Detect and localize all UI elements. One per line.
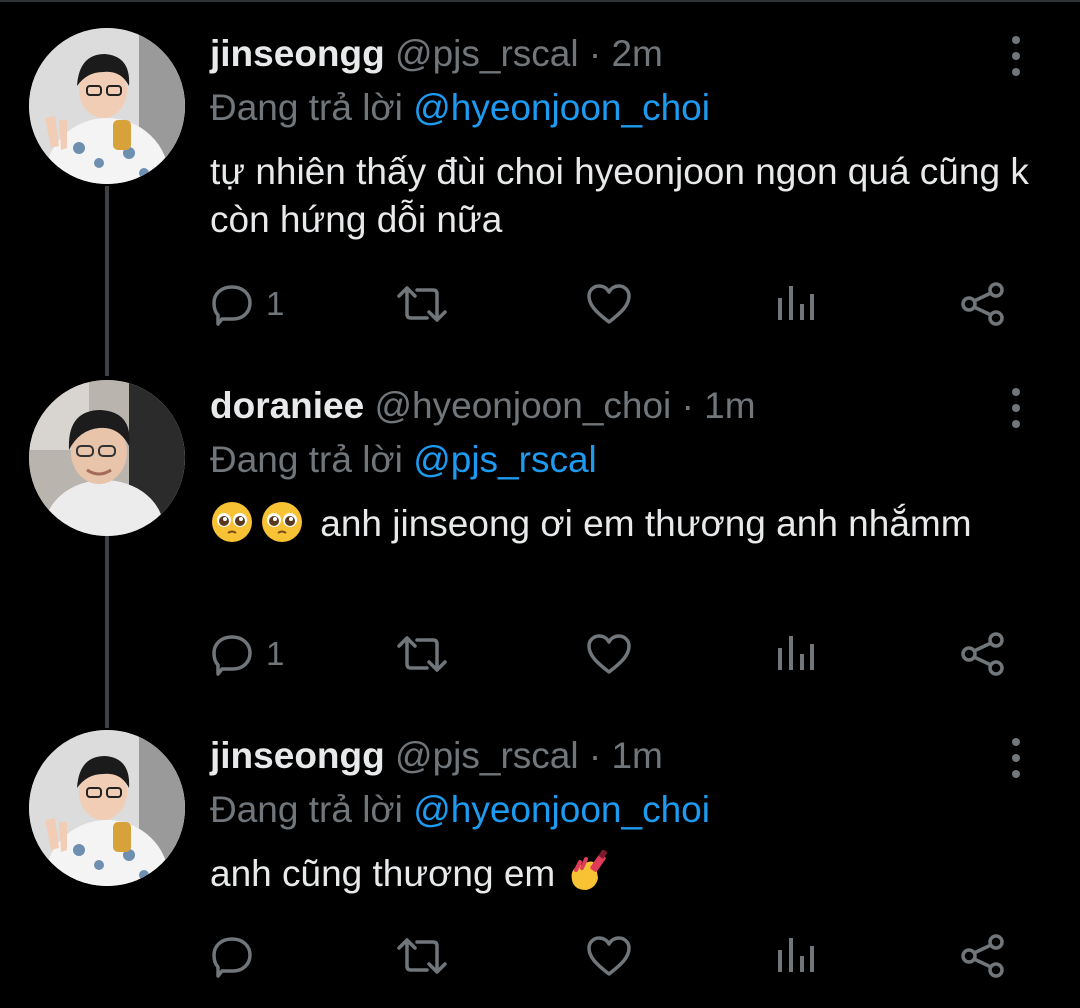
more-options-icon[interactable]	[1000, 386, 1032, 430]
reply-button[interactable]: 1	[210, 624, 284, 684]
timestamp[interactable]: 2m	[611, 33, 662, 74]
retweet-button[interactable]	[395, 926, 449, 986]
analytics-button[interactable]	[776, 926, 816, 986]
separator-dot: ·	[588, 33, 602, 74]
share-button[interactable]	[960, 274, 1006, 334]
separator-dot: ·	[681, 385, 694, 426]
more-options-icon[interactable]	[1000, 736, 1032, 780]
analytics-icon	[778, 938, 814, 972]
like-button[interactable]	[586, 926, 632, 986]
reply-count: 1	[266, 635, 285, 672]
avatar[interactable]	[29, 28, 185, 184]
tweet[interactable]: jinseongg @pjs_rscal · 2m Đang trả lời @…	[0, 28, 1080, 358]
username[interactable]: @pjs_rscal	[395, 33, 579, 74]
replying-to-line: Đang trả lời @hyeonjoon_choi	[210, 786, 710, 834]
analytics-icon	[778, 636, 814, 670]
tweet-header: jinseongg @pjs_rscal · 2m	[210, 28, 663, 80]
analytics-button[interactable]	[776, 624, 816, 684]
reply-icon	[212, 285, 252, 326]
tweet-text-content: anh cũng thương em	[210, 853, 556, 894]
heart-icon	[587, 284, 631, 324]
pleading-face-emoji	[210, 500, 254, 544]
share-icon	[961, 282, 1004, 326]
tweet-actions	[210, 926, 1040, 986]
retweet-icon	[397, 938, 447, 974]
tweet-actions: 1	[210, 624, 1040, 684]
reply-button[interactable]	[210, 926, 266, 986]
pleading-face-emoji	[260, 500, 304, 544]
retweet-icon	[397, 286, 447, 322]
display-name[interactable]: doraniee	[210, 385, 364, 426]
separator-dot: ·	[588, 735, 602, 776]
reply-button[interactable]: 1	[210, 274, 284, 334]
tweet-text: anh cũng thương em	[210, 850, 1040, 898]
display-name[interactable]: jinseongg	[210, 33, 385, 74]
nail-polish-emoji	[566, 850, 610, 894]
reply-icon	[212, 635, 252, 676]
tweet-actions: 1	[210, 274, 1040, 334]
tweet-header: jinseongg @pjs_rscal · 1m	[210, 730, 663, 782]
mention-link[interactable]: @hyeonjoon_choi	[413, 789, 710, 830]
share-icon	[961, 632, 1004, 676]
share-icon	[961, 934, 1004, 978]
reply-count: 1	[266, 285, 285, 322]
replying-to-line: Đang trả lời @pjs_rscal	[210, 436, 597, 484]
share-button[interactable]	[960, 926, 1006, 986]
heart-icon	[587, 936, 631, 976]
avatar[interactable]	[29, 380, 185, 536]
mention-link[interactable]: @pjs_rscal	[413, 439, 597, 480]
share-button[interactable]	[960, 624, 1006, 684]
replying-to-line: Đang trả lời @hyeonjoon_choi	[210, 84, 710, 132]
replying-to-label: Đang trả lời	[210, 789, 403, 830]
top-divider	[0, 0, 1080, 2]
username[interactable]: @pjs_rscal	[395, 735, 579, 776]
username[interactable]: @hyeonjoon_choi	[375, 385, 672, 426]
timestamp[interactable]: 1m	[704, 385, 755, 426]
reply-icon	[212, 937, 252, 978]
tweet-text-content: anh jinseong ơi em thương anh nhắmm	[320, 503, 972, 544]
analytics-button[interactable]	[776, 274, 816, 334]
retweet-button[interactable]	[395, 624, 449, 684]
tweet-text: tự nhiên thấy đùi choi hyeonjoon ngon qu…	[210, 151, 1029, 240]
retweet-icon	[397, 636, 447, 672]
timestamp[interactable]: 1m	[611, 735, 662, 776]
tweet-header: doraniee @hyeonjoon_choi · 1m	[210, 380, 756, 432]
tweet[interactable]: jinseongg @pjs_rscal · 1m Đang trả lời @…	[0, 730, 1080, 1000]
retweet-button[interactable]	[395, 274, 449, 334]
like-button[interactable]	[586, 624, 632, 684]
analytics-icon	[778, 286, 814, 320]
replying-to-label: Đang trả lời	[210, 439, 403, 480]
heart-icon	[587, 634, 631, 674]
display-name[interactable]: jinseongg	[210, 735, 385, 776]
replying-to-label: Đang trả lời	[210, 87, 403, 128]
like-button[interactable]	[586, 274, 632, 334]
more-options-icon[interactable]	[1000, 34, 1032, 78]
avatar[interactable]	[29, 730, 185, 886]
tweet-text: anh jinseong ơi em thương anh nhắmm	[210, 500, 1040, 548]
mention-link[interactable]: @hyeonjoon_choi	[413, 87, 710, 128]
tweet[interactable]: doraniee @hyeonjoon_choi · 1m Đang trả l…	[0, 380, 1080, 710]
